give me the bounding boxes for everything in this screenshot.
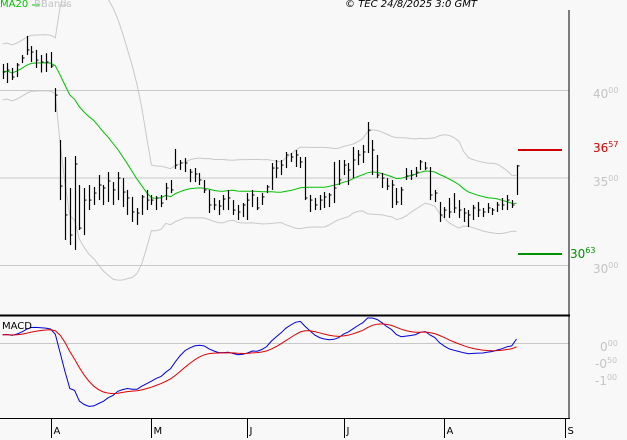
chart-frame: [0, 10, 570, 419]
price-tick-label: 4000: [593, 86, 619, 101]
month-label: M: [153, 426, 163, 437]
price-tick-label: 3500: [593, 173, 619, 189]
macd-tick-label: 000: [600, 339, 618, 354]
x-axis: [51, 419, 566, 438]
macd-tick-label: -100: [595, 373, 618, 388]
legend-bbands: BBands: [34, 0, 72, 10]
bollinger-bands: [2, 0, 517, 281]
support-label: 3063: [570, 246, 596, 261]
macd-tick-label: -050: [595, 356, 618, 371]
month-label: J: [346, 426, 350, 437]
price-bars: [2, 35, 520, 250]
ma20-line: [2, 62, 517, 204]
price-tick-label: 3000: [593, 261, 619, 276]
copyright: © TEC 24/8/2025 3:0 GMT: [345, 0, 477, 10]
month-label: S: [567, 426, 574, 437]
technical-chart: [0, 0, 570, 438]
legend-ma20: MA20: [0, 0, 29, 10]
levels: [518, 149, 562, 255]
macd-panel-lines: [2, 317, 517, 407]
month-label: J: [249, 426, 253, 437]
ma20-path: [2, 62, 517, 204]
upper-band: [2, 0, 517, 176]
signal-line: [2, 323, 517, 395]
legend-macd: MACD: [2, 321, 32, 332]
month-label: A: [446, 426, 454, 437]
month-label: A: [53, 426, 61, 437]
macd-line: [2, 317, 517, 407]
resistance-label: 3657: [593, 140, 619, 155]
